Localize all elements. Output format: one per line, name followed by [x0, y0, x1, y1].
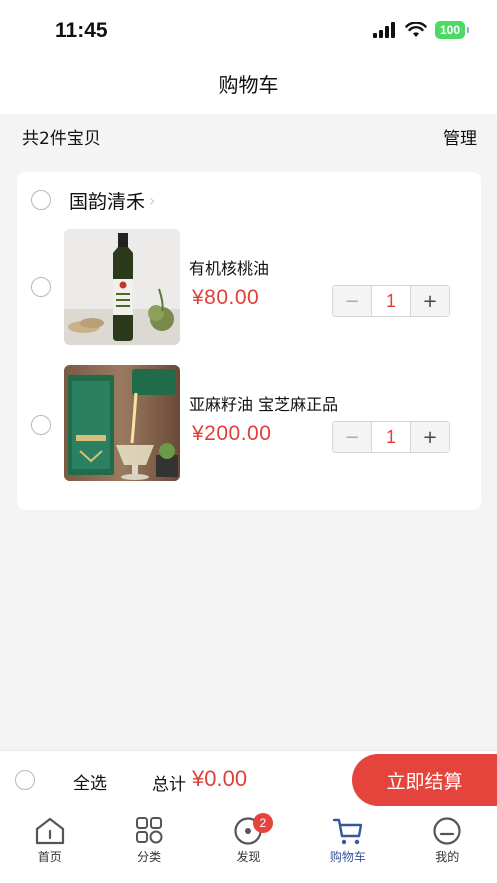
quantity-value[interactable]: 1: [371, 422, 411, 452]
quantity-stepper: − 1 +: [332, 285, 450, 317]
product-title[interactable]: 亚麻籽油 宝芝麻正品: [189, 391, 338, 415]
cart-item: 亚麻籽油 宝芝麻正品 ¥200.00 − 1 +: [17, 365, 481, 483]
home-icon: [35, 817, 64, 845]
tab-label: 购物车: [329, 850, 366, 864]
wifi-icon: [405, 22, 427, 37]
total-label: 总计: [152, 775, 186, 795]
tab-label: 分类: [137, 850, 162, 864]
product-image-walnut-oil[interactable]: [64, 229, 180, 345]
tab-home[interactable]: 首页: [0, 808, 99, 883]
shop-name: 国韵清禾: [69, 191, 146, 213]
cart-item: 有机核桃油 ¥80.00 − 1 +: [17, 229, 481, 347]
shop-select-radio[interactable]: [31, 190, 51, 210]
select-all-label[interactable]: 全选: [73, 769, 107, 794]
total-amount: ¥0.00: [192, 766, 248, 791]
product-image-linseed-oil[interactable]: [64, 365, 180, 481]
notification-badge: 2: [252, 813, 273, 833]
product-price: ¥80.00: [192, 286, 260, 309]
tab-cart[interactable]: 购物车: [298, 808, 397, 883]
checkout-button[interactable]: 立即结算: [352, 754, 497, 806]
tab-label: 我的: [435, 850, 460, 864]
nav-bar: 购物车: [0, 62, 497, 114]
tab-bar: 首页 分类 2 发现 购物车 我的: [0, 808, 497, 883]
product-price: ¥200.00: [192, 422, 272, 445]
shop-card: 国韵清禾 › 有机核桃油 ¥80.00 − 1 + 亚麻籽油 宝芝麻正品 ¥20…: [17, 172, 481, 510]
quantity-value[interactable]: 1: [371, 286, 411, 316]
product-title[interactable]: 有机核桃油: [189, 255, 269, 279]
item-select-radio[interactable]: [31, 415, 51, 435]
tab-category[interactable]: 分类: [99, 808, 198, 883]
battery-indicator: 100: [434, 21, 470, 39]
increase-quantity-button[interactable]: +: [411, 422, 449, 452]
item-count: 共2件宝贝: [22, 129, 101, 149]
manage-button[interactable]: 管理: [443, 124, 477, 149]
cart-summary: 共2件宝贝 管理: [0, 114, 497, 158]
profile-icon: [433, 817, 461, 845]
checkout-bar: 全选 总计 ¥0.00 立即结算: [0, 750, 497, 808]
page-title: 购物车: [218, 73, 279, 97]
tab-label: 发现: [236, 850, 261, 864]
tab-label: 首页: [37, 850, 62, 864]
decrease-quantity-button[interactable]: −: [333, 286, 371, 316]
cellular-signal-icon: [372, 22, 395, 38]
cart-icon: [332, 818, 363, 845]
tab-profile[interactable]: 我的: [398, 808, 497, 883]
item-select-radio[interactable]: [31, 277, 51, 297]
increase-quantity-button[interactable]: +: [411, 286, 449, 316]
quantity-stepper: − 1 +: [332, 421, 450, 453]
chevron-right-icon: ›: [149, 191, 156, 210]
status-time: 11:45: [55, 19, 108, 42]
tab-discover[interactable]: 2 发现: [199, 808, 298, 883]
shop-name-link[interactable]: 国韵清禾 ›: [69, 187, 155, 214]
status-bar: 11:45 100: [0, 0, 497, 62]
category-grid-icon: [136, 817, 163, 844]
status-icons: 100: [372, 21, 470, 39]
decrease-quantity-button[interactable]: −: [333, 422, 371, 452]
select-all-radio[interactable]: [15, 770, 35, 790]
